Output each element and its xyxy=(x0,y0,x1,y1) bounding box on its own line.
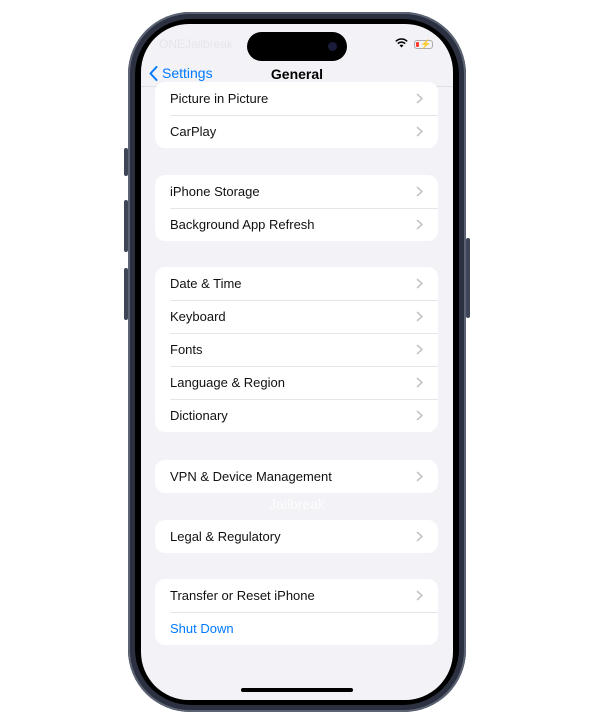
chevron-right-icon xyxy=(416,93,423,104)
row-dictionary[interactable]: Dictionary xyxy=(155,399,438,432)
row-legal-regulatory[interactable]: Legal & Regulatory xyxy=(155,520,438,553)
shut-down-button[interactable]: Shut Down xyxy=(155,612,438,645)
carrier-watermark: ONEJailbreak xyxy=(159,37,234,51)
row-label: Fonts xyxy=(170,342,203,357)
chevron-right-icon xyxy=(416,311,423,322)
chevron-right-icon xyxy=(416,219,423,230)
row-label: Transfer or Reset iPhone xyxy=(170,588,315,603)
home-indicator[interactable] xyxy=(241,688,353,692)
screen: ONEJailbreak ⚡ Settings General Picture … xyxy=(141,24,453,700)
camera-icon xyxy=(328,42,337,51)
chevron-right-icon xyxy=(416,126,423,137)
row-label: Shut Down xyxy=(170,621,234,636)
settings-group: Picture in Picture CarPlay xyxy=(155,82,438,148)
row-label: Background App Refresh xyxy=(170,217,315,232)
row-label: VPN & Device Management xyxy=(170,469,332,484)
row-keyboard[interactable]: Keyboard xyxy=(155,300,438,333)
watermark-text: Jailbreak xyxy=(268,496,326,512)
row-background-app-refresh[interactable]: Background App Refresh xyxy=(155,208,438,241)
row-label: CarPlay xyxy=(170,124,217,139)
row-label: Date & Time xyxy=(170,276,242,291)
row-picture-in-picture[interactable]: Picture in Picture xyxy=(155,82,438,115)
chevron-right-icon xyxy=(416,471,423,482)
page-title: General xyxy=(270,66,324,82)
chevron-right-icon xyxy=(416,377,423,388)
row-label: Legal & Regulatory xyxy=(170,529,281,544)
row-vpn-device-management[interactable]: VPN & Device Management xyxy=(155,460,438,493)
action-button xyxy=(124,148,128,176)
settings-group: Date & Time Keyboard Fonts Language & Re… xyxy=(155,267,438,432)
settings-group: VPN & Device Management xyxy=(155,460,438,493)
row-label: Picture in Picture xyxy=(170,91,269,106)
row-iphone-storage[interactable]: iPhone Storage xyxy=(155,175,438,208)
chevron-right-icon xyxy=(416,531,423,542)
row-label: Keyboard xyxy=(170,309,226,324)
row-language-region[interactable]: Language & Region xyxy=(155,366,438,399)
row-fonts[interactable]: Fonts xyxy=(155,333,438,366)
row-date-time[interactable]: Date & Time xyxy=(155,267,438,300)
chevron-right-icon xyxy=(416,186,423,197)
chevron-right-icon xyxy=(416,410,423,421)
power-button xyxy=(466,238,470,318)
row-label: Language & Region xyxy=(170,375,285,390)
volume-up-button xyxy=(124,200,128,252)
chevron-right-icon xyxy=(416,278,423,289)
chevron-right-icon xyxy=(416,344,423,355)
settings-group: iPhone Storage Background App Refresh xyxy=(155,175,438,241)
dynamic-island xyxy=(247,32,347,61)
wifi-icon xyxy=(395,35,408,53)
settings-group: Transfer or Reset iPhone Shut Down xyxy=(155,579,438,645)
battery-icon: ⚡ xyxy=(414,39,433,49)
settings-group: Legal & Regulatory xyxy=(155,520,438,553)
chevron-right-icon xyxy=(416,590,423,601)
row-label: iPhone Storage xyxy=(170,184,260,199)
row-label: Dictionary xyxy=(170,408,228,423)
row-transfer-reset[interactable]: Transfer or Reset iPhone xyxy=(155,579,438,612)
row-carplay[interactable]: CarPlay xyxy=(155,115,438,148)
volume-down-button xyxy=(124,268,128,320)
